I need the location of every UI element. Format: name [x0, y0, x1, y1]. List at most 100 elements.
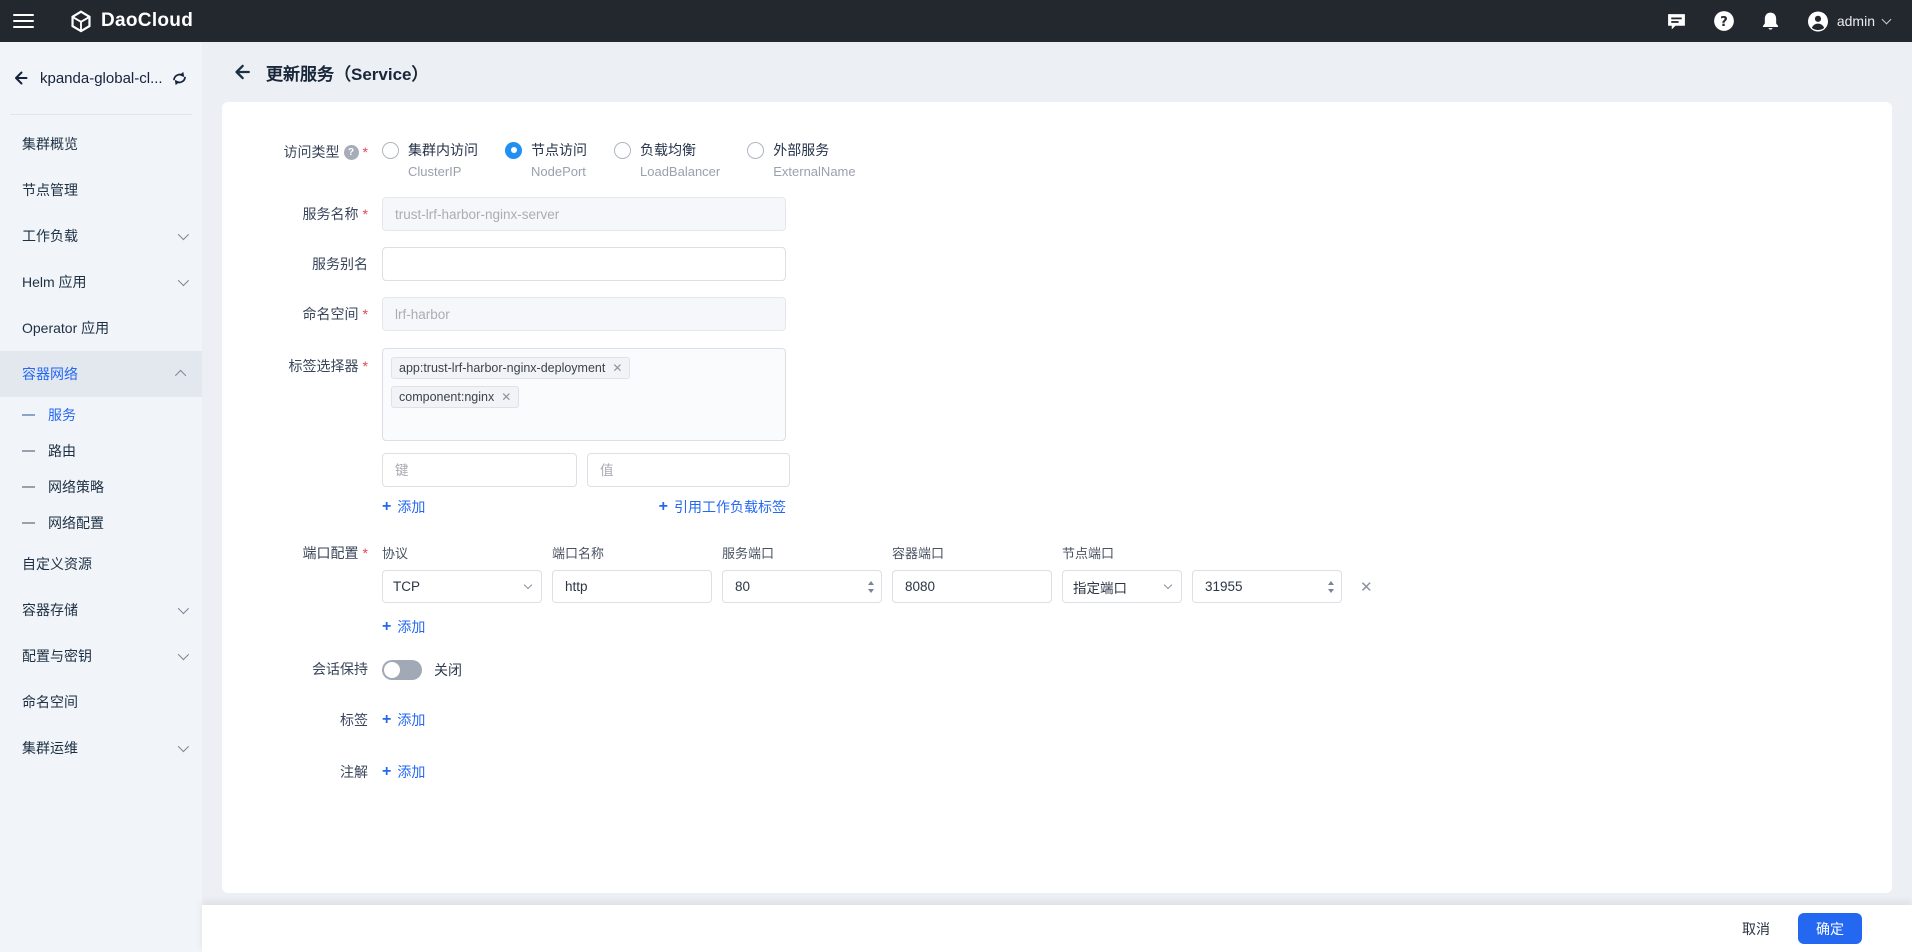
- container-port-input[interactable]: [892, 570, 1052, 603]
- service-name-label: 服务名称: [303, 204, 359, 224]
- namespace-label: 命名空间: [303, 304, 359, 324]
- brand-name: DaoCloud: [101, 10, 193, 32]
- port-config-headers: 协议 端口名称 服务端口 容器端口 节点端口: [382, 543, 1373, 562]
- sidebar-item-helm-apps[interactable]: Helm 应用: [0, 259, 202, 305]
- selector-key-input[interactable]: [382, 453, 577, 487]
- radio-externalname[interactable]: 外部服务 ExternalName: [747, 140, 855, 179]
- radio-icon[interactable]: [382, 142, 399, 159]
- sidebar-item-network-policy[interactable]: 网络策略: [0, 469, 202, 505]
- confirm-button[interactable]: 确定: [1798, 913, 1862, 944]
- required-asterisk: *: [363, 145, 368, 159]
- session-affinity-label: 会话保持: [312, 659, 368, 679]
- sidebar-item-container-network[interactable]: 容器网络: [0, 351, 202, 397]
- help-icon[interactable]: ?: [344, 145, 359, 160]
- node-port-input[interactable]: [1192, 570, 1342, 603]
- access-type-label: 访问类型: [284, 142, 340, 162]
- add-selector-button[interactable]: +添加: [382, 497, 425, 517]
- stepper-arrows-icon[interactable]: [1328, 581, 1334, 593]
- bell-icon[interactable]: [1760, 10, 1782, 32]
- page-title: 更新服务（Service）: [266, 60, 429, 85]
- page-back-icon[interactable]: [229, 60, 253, 84]
- sidebar-item-namespaces[interactable]: 命名空间: [0, 679, 202, 725]
- selector-tag: component:nginx✕: [391, 386, 519, 408]
- ref-workload-labels-button[interactable]: +引用工作负载标签: [659, 497, 786, 517]
- page-header: 更新服务（Service）: [202, 42, 1912, 102]
- node-port-stepper: [1192, 570, 1342, 603]
- dash-icon: [22, 450, 35, 452]
- service-alias-label: 服务别名: [312, 254, 368, 274]
- cluster-name[interactable]: kpanda-global-cl...: [40, 70, 163, 87]
- dash-icon: [22, 414, 35, 416]
- cancel-button[interactable]: 取消: [1742, 919, 1770, 939]
- topbar: DaoCloud ? admin: [0, 0, 1912, 42]
- sidebar-item-custom-resources[interactable]: 自定义资源: [0, 541, 202, 587]
- action-bar: 取消 确定: [202, 905, 1912, 952]
- port-config-row: TCP 指定端口 ✕: [382, 570, 1373, 603]
- service-port-input[interactable]: [722, 570, 882, 603]
- sidebar: kpanda-global-cl... 集群概览 节点管理 工作负载 Helm …: [0, 42, 202, 952]
- access-type-radio-group: 集群内访问 ClusterIP 节点访问 NodePort 负载均衡 LoadB…: [382, 134, 883, 179]
- namespace-input[interactable]: [382, 297, 786, 331]
- radio-icon[interactable]: [747, 142, 764, 159]
- chevron-down-icon: [178, 649, 189, 660]
- radio-checked-icon[interactable]: [505, 142, 522, 159]
- sidebar-item-workloads[interactable]: 工作负载: [0, 213, 202, 259]
- annotations-label: 注解: [340, 762, 368, 782]
- session-toggle[interactable]: [382, 660, 422, 680]
- chevron-down-icon: [178, 275, 189, 286]
- selector-value-input[interactable]: [587, 453, 790, 487]
- chevron-down-icon: [178, 603, 189, 614]
- sidebar-item-config-secrets[interactable]: 配置与密钥: [0, 633, 202, 679]
- menu-icon[interactable]: [13, 14, 34, 28]
- form-card: 访问类型 ? * 集群内访问 ClusterIP 节点访问 NodePort: [222, 102, 1892, 893]
- sidebar-item-cluster-ops[interactable]: 集群运维: [0, 725, 202, 771]
- user-menu[interactable]: admin: [1807, 10, 1890, 32]
- help-icon[interactable]: ?: [1713, 10, 1735, 32]
- plus-icon: +: [659, 499, 668, 515]
- switch-cluster-icon[interactable]: [170, 68, 190, 88]
- remove-port-row-icon[interactable]: ✕: [1360, 578, 1373, 596]
- service-alias-input[interactable]: [382, 247, 786, 281]
- sidebar-item-cluster-overview[interactable]: 集群概览: [0, 121, 202, 167]
- dash-icon: [22, 486, 35, 488]
- brand-logo[interactable]: DaoCloud: [70, 10, 193, 32]
- message-icon[interactable]: [1666, 10, 1688, 32]
- port-name-input[interactable]: [552, 570, 712, 603]
- stepper-arrows-icon[interactable]: [868, 581, 874, 593]
- chevron-down-icon: [178, 229, 189, 240]
- chevron-down-icon: [178, 741, 189, 752]
- chevron-down-icon: [1164, 581, 1172, 589]
- remove-tag-icon[interactable]: ✕: [612, 362, 622, 374]
- add-port-button[interactable]: +添加: [382, 617, 425, 637]
- plus-icon: +: [382, 712, 391, 728]
- chevron-down-icon: [524, 581, 532, 589]
- add-label-button[interactable]: +添加: [382, 710, 425, 730]
- toggle-knob: [384, 662, 400, 678]
- sidebar-item-network-config[interactable]: 网络配置: [0, 505, 202, 541]
- add-annotation-button[interactable]: +添加: [382, 762, 425, 782]
- avatar-icon: [1807, 10, 1829, 32]
- sidebar-item-container-storage[interactable]: 容器存储: [0, 587, 202, 633]
- chevron-down-icon: [1882, 15, 1892, 25]
- plus-icon: +: [382, 619, 391, 635]
- service-name-input[interactable]: [382, 197, 786, 231]
- radio-clusterip[interactable]: 集群内访问 ClusterIP: [382, 140, 478, 179]
- sidebar-item-routes[interactable]: 路由: [0, 433, 202, 469]
- labels-label: 标签: [340, 710, 368, 730]
- service-port-stepper: [722, 570, 882, 603]
- svg-text:?: ?: [1720, 15, 1728, 30]
- sidebar-item-node-management[interactable]: 节点管理: [0, 167, 202, 213]
- radio-loadbalancer[interactable]: 负载均衡 LoadBalancer: [614, 140, 720, 179]
- port-config-label: 端口配置: [303, 543, 359, 563]
- radio-icon[interactable]: [614, 142, 631, 159]
- sidebar-back-icon[interactable]: [9, 67, 31, 89]
- username: admin: [1837, 13, 1875, 29]
- sidebar-item-operator-apps[interactable]: Operator 应用: [0, 305, 202, 351]
- node-port-mode-select[interactable]: 指定端口: [1062, 570, 1182, 603]
- protocol-select[interactable]: TCP: [382, 570, 542, 603]
- sidebar-item-services[interactable]: 服务: [0, 397, 202, 433]
- dash-icon: [22, 522, 35, 524]
- remove-tag-icon[interactable]: ✕: [501, 391, 511, 403]
- daocloud-logo-icon: [70, 10, 92, 32]
- radio-nodeport[interactable]: 节点访问 NodePort: [505, 140, 587, 179]
